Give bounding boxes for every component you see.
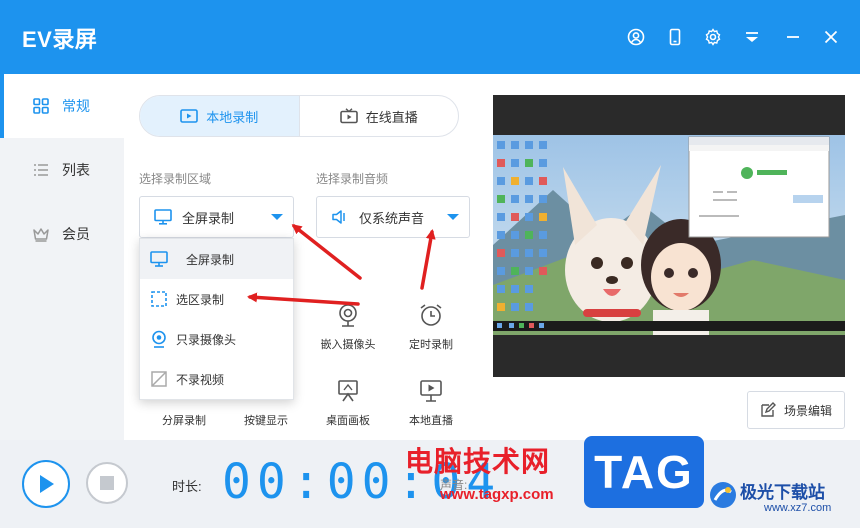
close-icon[interactable] — [820, 26, 842, 48]
region-select[interactable]: 全屏录制 — [139, 196, 294, 238]
dropdown-item-selection[interactable]: 选区录制 — [140, 279, 293, 319]
scene-edit-button[interactable]: 场景编辑 — [747, 391, 845, 429]
phone-icon[interactable] — [664, 26, 686, 48]
edit-icon — [761, 402, 776, 417]
tool-label: 分屏录制 — [162, 415, 206, 427]
crown-icon — [33, 228, 49, 242]
sidebar-item-label: 列表 — [62, 162, 90, 178]
watermark-tag-logo: TAG — [584, 436, 704, 508]
webcam-icon — [339, 304, 357, 327]
watermark-url: www.tagxp.com — [440, 486, 554, 503]
minimize-icon[interactable] — [782, 26, 804, 48]
speaker-icon — [332, 210, 345, 224]
app-window: EV录屏 常规 列表 会员 本地录制 在线直播 选择录制区域 选择录制音频 全屏… — [0, 0, 860, 528]
region-dropdown: 全屏录制 选区录制 只录摄像头 不录视频 — [139, 238, 294, 400]
aurora-logo-icon — [710, 482, 736, 508]
tool-scheduled-record[interactable]: 定时录制 — [391, 302, 471, 352]
monitor-icon — [154, 209, 172, 225]
sidebar-item-list[interactable]: 列表 — [0, 138, 124, 202]
play-icon — [40, 475, 54, 493]
tv-icon — [339, 108, 358, 124]
tab-label: 本地录制 — [206, 109, 259, 125]
region-select-value: 全屏录制 — [182, 210, 235, 226]
dropdown-item-label: 只录摄像头 — [176, 332, 237, 347]
stop-icon — [100, 476, 114, 490]
tool-label: 嵌入摄像头 — [320, 339, 376, 351]
tool-label: 桌面画板 — [326, 415, 370, 427]
user-icon[interactable] — [625, 26, 647, 48]
tool-label: 定时录制 — [409, 339, 453, 351]
dropdown-item-no-video[interactable]: 不录视频 — [140, 359, 293, 399]
tool-local-live[interactable]: 本地直播 — [391, 378, 471, 428]
stop-record-button[interactable] — [86, 462, 128, 504]
monitor-icon — [150, 251, 168, 267]
sidebar-item-label: 常规 — [62, 98, 90, 114]
dropdown-item-webcam-only[interactable]: 只录摄像头 — [140, 319, 293, 359]
sidebar: 常规 列表 会员 — [0, 74, 124, 440]
local-record-icon — [180, 109, 199, 123]
gear-icon[interactable] — [702, 26, 724, 48]
alarm-icon — [420, 304, 442, 326]
webcam-icon — [152, 330, 166, 348]
local-live-icon — [420, 380, 442, 402]
tool-embed-webcam[interactable]: 嵌入摄像头 — [308, 302, 388, 352]
skin-icon[interactable] — [741, 26, 763, 48]
sidebar-item-label: 会员 — [62, 226, 90, 242]
sidebar-item-member[interactable]: 会员 — [0, 202, 124, 266]
tab-local-record[interactable]: 本地录制 — [140, 96, 300, 136]
tool-label: 本地直播 — [409, 415, 453, 427]
audio-select-value: 仅系统声音 — [359, 210, 425, 226]
watermark-site-name: 极光下载站 — [740, 483, 825, 502]
title-bar: EV录屏 — [0, 0, 860, 74]
scene-edit-label: 场景编辑 — [783, 403, 832, 418]
desktop-preview-image — [493, 95, 845, 377]
no-video-icon — [151, 371, 167, 387]
audio-select[interactable]: 仅系统声音 — [316, 196, 470, 238]
dropdown-item-fullscreen[interactable]: 全屏录制 — [140, 239, 293, 279]
dropdown-item-label: 全屏录制 — [186, 252, 235, 267]
start-record-button[interactable] — [22, 460, 70, 508]
tab-label: 在线直播 — [365, 109, 418, 125]
chevron-down-icon — [271, 214, 283, 220]
chevron-down-icon — [447, 214, 459, 220]
sidebar-item-general[interactable]: 常规 — [0, 74, 124, 138]
mode-tabs: 本地录制 在线直播 — [139, 95, 459, 137]
list-icon — [34, 164, 48, 176]
app-title: EV录屏 — [22, 27, 98, 52]
audio-label: 选择录制音频 — [316, 172, 389, 186]
watermark-site-url: www.xz7.com — [764, 502, 832, 514]
screen-preview — [493, 95, 845, 377]
tool-desktop-board[interactable]: 桌面画板 — [308, 378, 388, 428]
duration-label: 时长: — [172, 479, 202, 494]
tab-online-live[interactable]: 在线直播 — [300, 96, 459, 136]
tool-label: 按键显示 — [244, 415, 288, 427]
watermark-text: 电脑技术网 — [405, 446, 551, 477]
dropdown-item-label: 不录视频 — [176, 372, 225, 387]
selection-icon — [151, 291, 167, 307]
easel-icon — [338, 380, 358, 402]
dropdown-item-label: 选区录制 — [176, 292, 225, 307]
grid-icon — [33, 98, 49, 114]
region-label: 选择录制区域 — [139, 172, 212, 186]
